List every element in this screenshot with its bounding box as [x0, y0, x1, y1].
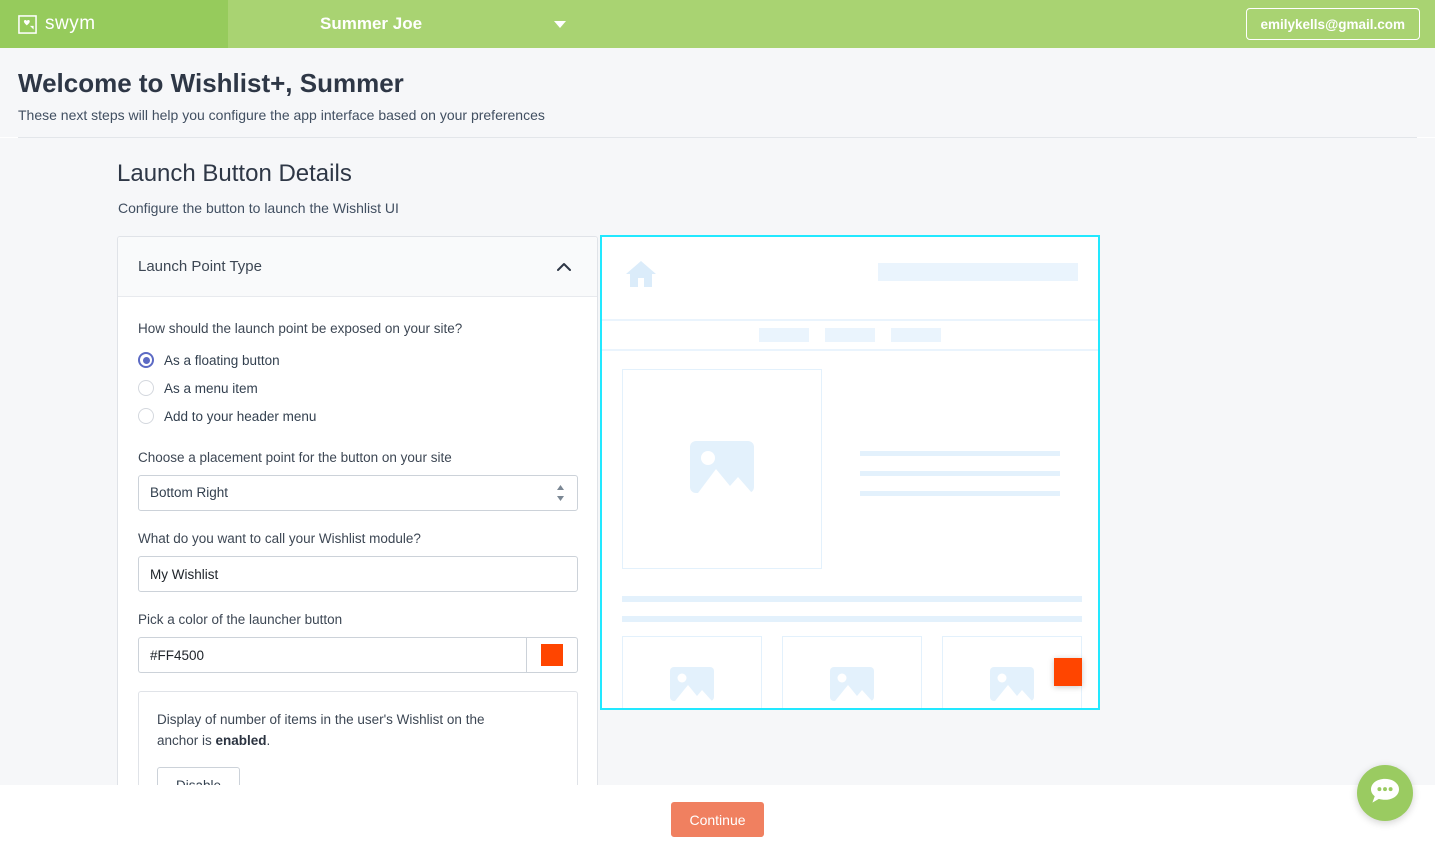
accordion-title: Launch Point Type [138, 258, 262, 275]
preview-wide-lines [622, 596, 1082, 636]
chat-bubble-icon [1369, 777, 1401, 810]
launcher-color-label: Pick a color of the launcher button [138, 612, 577, 627]
store-name: Summer Joe [320, 14, 422, 34]
radio-label: As a floating button [164, 353, 280, 368]
section-title: Launch Button Details [117, 160, 352, 188]
launch-point-type-card: Launch Point Type How should the launch … [117, 236, 598, 785]
color-picker-button[interactable] [526, 637, 578, 673]
counter-text-pre: Display of number of items in the user's… [157, 712, 484, 748]
image-placeholder-icon [690, 441, 754, 498]
placement-select-wrapper: Bottom Right [138, 475, 577, 511]
module-name-input[interactable]: My Wishlist [138, 556, 578, 592]
launcher-color-row: #FF4500 [138, 637, 578, 673]
main-content-scroll-area: Launch Button Details Configure the butt… [0, 138, 1435, 785]
placement-field-group: Choose a placement point for the button … [138, 450, 577, 511]
radio-option-header-menu[interactable]: Add to your header menu [138, 402, 577, 430]
module-name-label: What do you want to call your Wishlist m… [138, 531, 577, 546]
section-subtitle: Configure the button to launch the Wishl… [118, 200, 399, 216]
preview-hero-image [622, 369, 822, 569]
image-placeholder-icon [670, 667, 714, 706]
radio-icon-unselected[interactable] [138, 408, 154, 424]
color-swatch-icon [541, 644, 563, 666]
radio-option-menu-item[interactable]: As a menu item [138, 374, 577, 402]
accordion-header-launch-point-type[interactable]: Launch Point Type [118, 237, 597, 297]
radio-label: As a menu item [164, 381, 258, 396]
preview-launcher-button[interactable] [1054, 658, 1082, 686]
footer-bar: Continue [0, 785, 1435, 843]
placement-select[interactable]: Bottom Right [138, 475, 578, 511]
counter-state-value: enabled [216, 733, 267, 748]
radio-icon-selected[interactable] [138, 352, 154, 368]
preview-text-line [860, 451, 1060, 456]
preview-header [602, 237, 1098, 321]
preview-search-bar [878, 263, 1078, 281]
radio-label: Add to your header menu [164, 409, 316, 424]
store-switcher[interactable]: Summer Joe [228, 0, 566, 48]
page-header: Welcome to Wishlist+, Summer These next … [0, 48, 1435, 137]
preview-text-line [860, 471, 1060, 476]
image-placeholder-icon [830, 667, 874, 706]
page-title: Welcome to Wishlist+, Summer [18, 68, 1435, 99]
swym-logo-icon [18, 15, 37, 34]
radio-option-floating-button[interactable]: As a floating button [138, 346, 577, 374]
preview-text-lines [860, 451, 1060, 511]
home-icon [624, 259, 658, 289]
preview-product-tile [622, 636, 762, 710]
disable-counter-button[interactable]: Disable [157, 767, 240, 785]
preview-product-tiles [622, 636, 1082, 710]
chevron-up-icon[interactable] [557, 262, 571, 271]
exposure-question-label: How should the launch point be exposed o… [138, 321, 577, 336]
app-root: swym Summer Joe emilykells@gmail.com Wel… [0, 0, 1435, 843]
preview-text-line [622, 596, 1082, 602]
preview-text-line [622, 616, 1082, 622]
image-placeholder-icon [990, 667, 1034, 706]
brand-name: swym [45, 13, 96, 35]
preview-nav [602, 321, 1098, 351]
preview-main [602, 351, 1098, 569]
counter-status-text: Display of number of items in the user's… [157, 710, 527, 751]
preview-text-line [860, 491, 1060, 496]
preview-nav-item [759, 328, 809, 342]
storefront-preview [600, 235, 1100, 710]
continue-button[interactable]: Continue [671, 802, 764, 837]
chat-support-button[interactable] [1357, 765, 1413, 821]
preview-nav-item [891, 328, 941, 342]
account-email-button[interactable]: emilykells@gmail.com [1246, 8, 1420, 40]
launch-point-form: How should the launch point be exposed o… [118, 297, 597, 785]
top-navigation-bar: swym Summer Joe emilykells@gmail.com [0, 0, 1435, 48]
module-name-field-group: What do you want to call your Wishlist m… [138, 531, 577, 592]
counter-text-post: . [267, 733, 271, 748]
preview-product-tile [782, 636, 922, 710]
placement-label: Choose a placement point for the button … [138, 450, 577, 465]
page-subtitle: These next steps will help you configure… [18, 107, 1435, 123]
launcher-color-input[interactable]: #FF4500 [138, 637, 526, 673]
brand-area[interactable]: swym [0, 0, 228, 48]
launcher-color-field-group: Pick a color of the launcher button #FF4… [138, 612, 577, 673]
caret-down-icon [554, 21, 566, 28]
preview-nav-item [825, 328, 875, 342]
wishlist-counter-panel: Display of number of items in the user's… [138, 691, 578, 785]
radio-icon-unselected[interactable] [138, 380, 154, 396]
